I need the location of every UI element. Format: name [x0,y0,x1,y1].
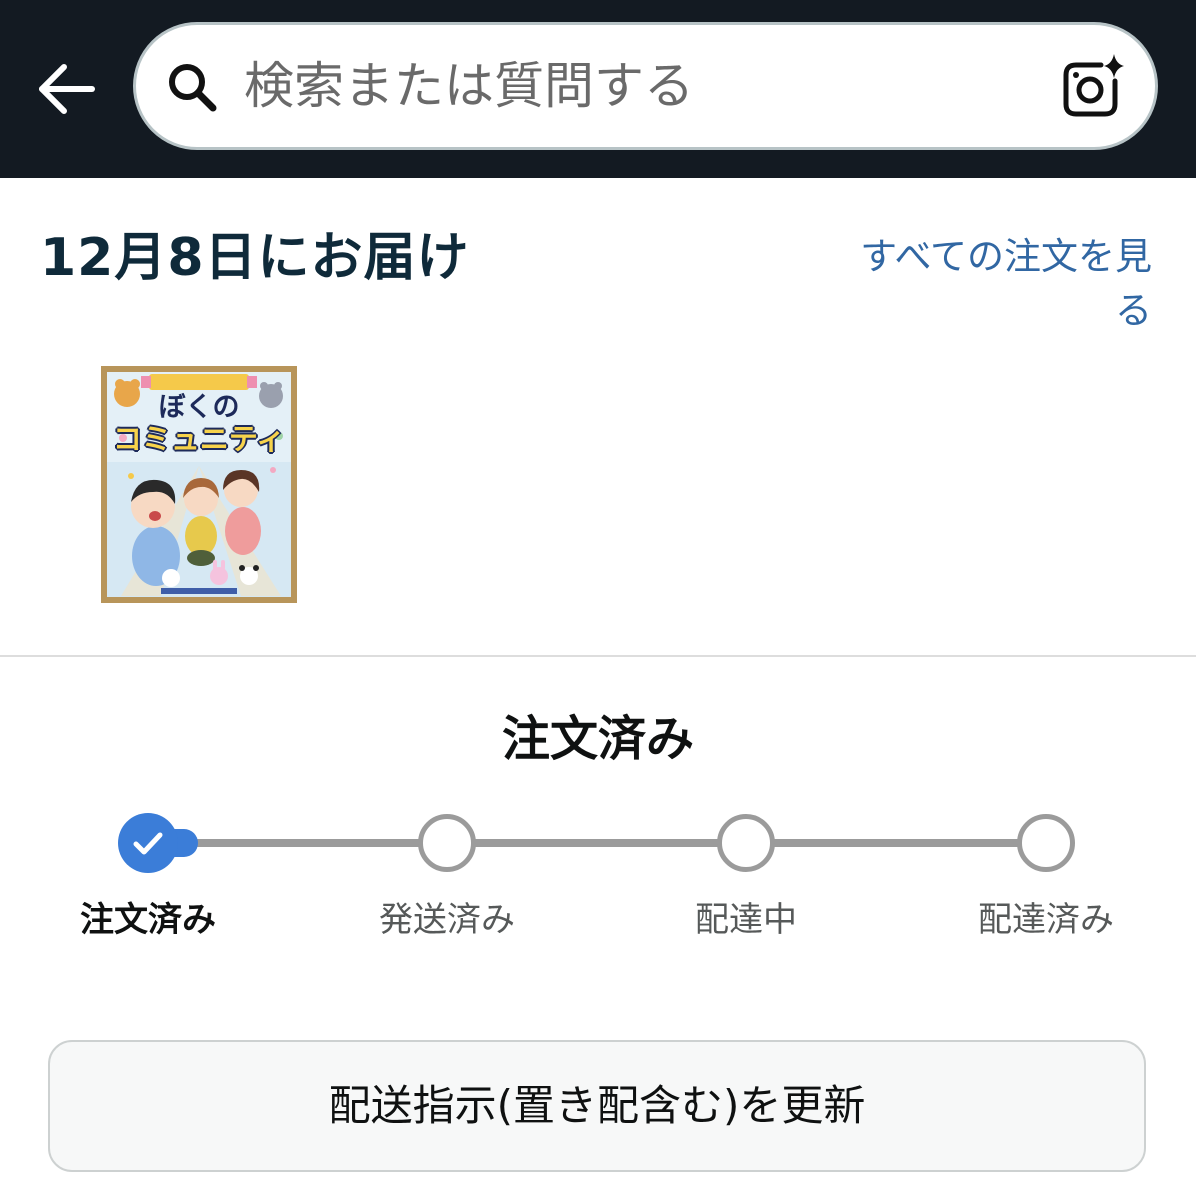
step-marker-delivered [1017,814,1075,872]
step-label-out-for-delivery: 配達中 [695,900,797,940]
step-label-shipped: 発送済み [379,900,515,940]
step-marker-ordered [118,813,178,873]
order-status-title: 注文済み [501,711,694,767]
check-icon [133,832,163,855]
view-all-orders-link[interactable]: すべての注文を見る [842,230,1152,338]
cover-title-line1: ぼくの [158,392,240,423]
progress-track-line [148,839,1046,847]
search-bar[interactable] [133,22,1158,150]
delivery-date-heading: 12月8日にお届け [40,228,470,288]
step-marker-shipped [418,814,476,872]
search-icon[interactable] [166,61,218,113]
update-delivery-instructions-button[interactable]: 配送指示(置き配含む)を更新 [48,1040,1146,1172]
camera-lens-icon[interactable] [1061,53,1125,117]
cover-title-line2: コミュニティ [112,422,286,456]
top-bar [0,0,1196,178]
section-divider [0,655,1196,657]
step-label-delivered: 配達済み [978,900,1114,940]
arrow-left-icon [39,64,95,114]
step-marker-out-for-delivery [717,814,775,872]
product-thumbnail[interactable]: ぼくの コミュニティ [101,366,297,603]
search-input[interactable] [244,25,1044,147]
back-button[interactable] [34,60,98,118]
step-label-ordered: 注文済み [80,900,216,940]
